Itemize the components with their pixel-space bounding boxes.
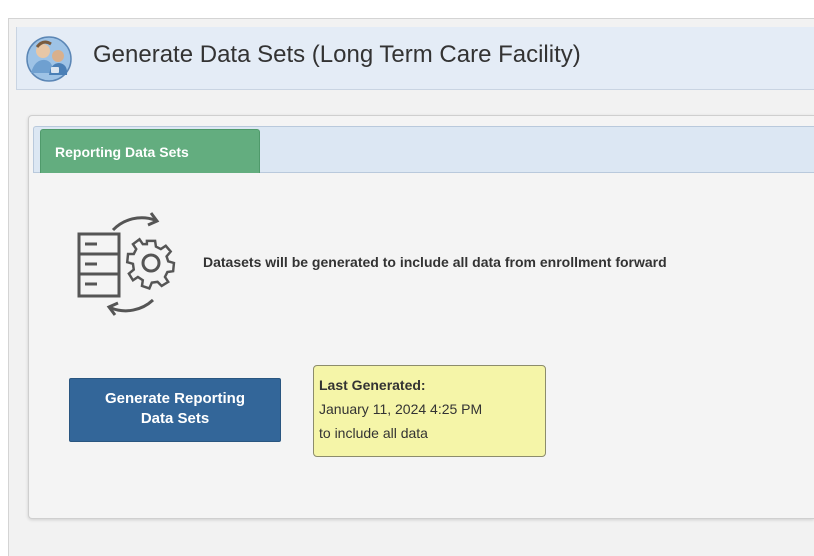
tab-reporting-data-sets[interactable]: Reporting Data Sets — [40, 129, 260, 173]
page: Generate Data Sets (Long Term Care Facil… — [0, 0, 814, 556]
nhsn-caregiver-logo-icon — [26, 36, 72, 82]
generate-reporting-data-sets-button[interactable]: Generate Reporting Data Sets — [69, 378, 281, 442]
info-text: Datasets will be generated to include al… — [203, 254, 667, 270]
page-title: Generate Data Sets (Long Term Care Facil… — [93, 41, 581, 68]
tab-label: Reporting Data Sets — [55, 144, 189, 160]
title-bar: Generate Data Sets (Long Term Care Facil… — [16, 27, 814, 90]
reporting-panel: Reporting Data Sets Datasets will be gen… — [28, 115, 814, 519]
last-generated-label: Last Generated: — [319, 377, 426, 393]
last-generated-info: Last Generated: January 11, 2024 4:25 PM… — [313, 365, 546, 457]
button-label-line1: Generate Reporting — [104, 390, 246, 407]
database-gear-refresh-icon — [77, 212, 176, 316]
last-generated-note: to include all data — [319, 425, 428, 441]
tab-strip: Reporting Data Sets — [33, 126, 814, 173]
button-label-line2: Data Sets — [140, 410, 210, 427]
last-generated-timestamp: January 11, 2024 4:25 PM — [319, 401, 483, 417]
